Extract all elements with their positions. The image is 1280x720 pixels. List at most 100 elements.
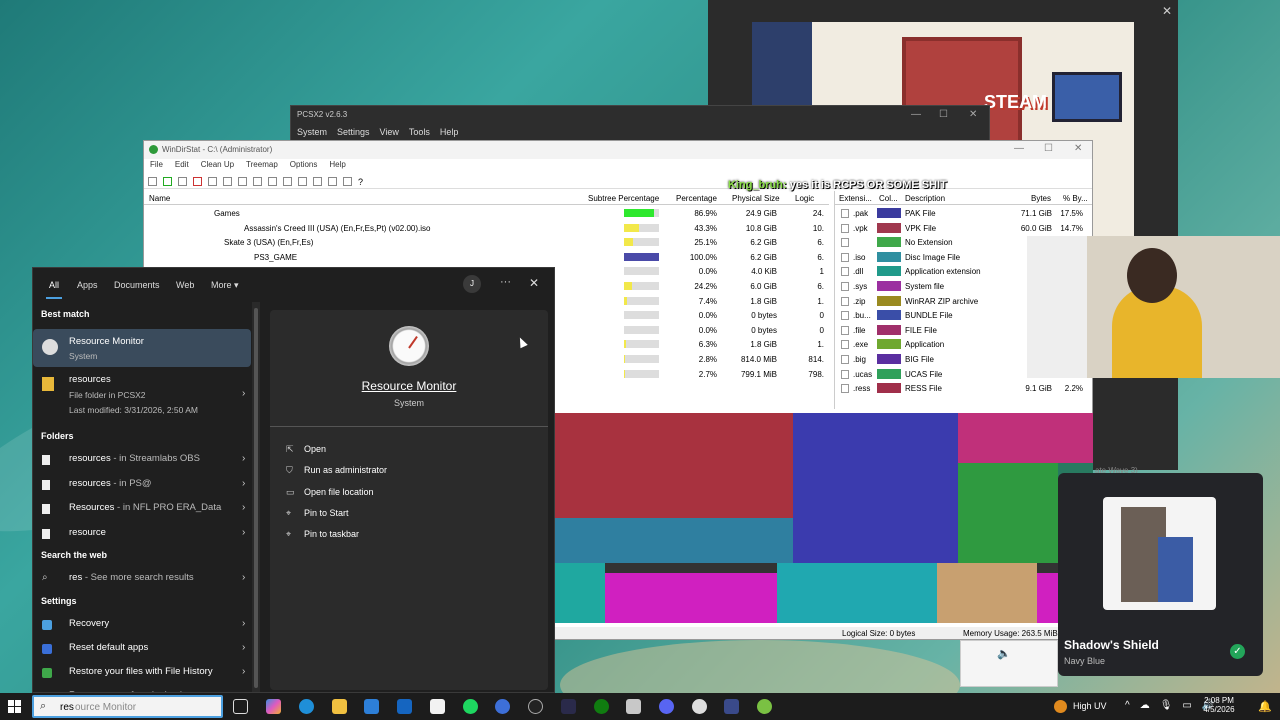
outlook-icon[interactable] <box>397 699 412 714</box>
refresh-all-icon[interactable] <box>223 176 232 186</box>
delete-icon[interactable] <box>313 176 322 186</box>
col-extension[interactable]: Extensi... <box>839 194 872 203</box>
tab-apps[interactable]: Apps <box>77 280 98 290</box>
explorer-icon[interactable] <box>283 176 292 186</box>
settings-result[interactable]: Restart apps after signing in › <box>33 690 253 692</box>
close-icon[interactable]: ✕ <box>969 109 977 120</box>
zoom-in-icon[interactable] <box>328 176 337 186</box>
cloud-icon[interactable]: ☁ <box>1140 700 1150 711</box>
scrollbar[interactable] <box>252 302 260 692</box>
tab-web[interactable]: Web <box>176 280 194 290</box>
col-description[interactable]: Description <box>905 194 945 203</box>
tab-documents[interactable]: Documents <box>114 280 160 290</box>
col-logical[interactable]: Logic <box>795 194 814 203</box>
menu-settings[interactable]: Settings <box>337 127 370 137</box>
notepad-icon[interactable] <box>430 699 445 714</box>
pause-icon[interactable] <box>178 176 187 186</box>
chevron-right-icon[interactable]: › <box>242 478 245 489</box>
extension-row[interactable]: .ress RESS File 9.1 GiB 2.2% <box>835 381 1092 396</box>
chevron-right-icon[interactable]: › <box>242 618 245 629</box>
obs-icon[interactable] <box>528 699 543 714</box>
avatar[interactable]: J <box>463 275 481 293</box>
properties-icon[interactable] <box>298 176 307 186</box>
menu-tools[interactable]: Tools <box>409 127 430 137</box>
col-bytes[interactable]: Bytes <box>1031 194 1051 203</box>
network-icon[interactable]: ▭ <box>1182 700 1191 711</box>
menu-help[interactable]: Help <box>329 160 345 174</box>
app-icon[interactable] <box>626 699 641 714</box>
maximize-icon[interactable]: ☐ <box>939 109 948 120</box>
pcsx2-icon[interactable] <box>724 699 739 714</box>
settings-result[interactable]: Recovery › <box>33 618 253 634</box>
treemap[interactable] <box>555 413 1093 623</box>
folder-result[interactable]: Resources - in NFL PRO ERA_Data › <box>33 502 253 518</box>
menu-file[interactable]: File <box>150 160 163 174</box>
windirstat-icon[interactable] <box>757 699 772 714</box>
app-icon[interactable] <box>495 699 510 714</box>
copilot-icon[interactable] <box>266 699 281 714</box>
windows-start-icon[interactable] <box>8 700 21 713</box>
menu-system[interactable]: System <box>297 127 327 137</box>
menu-help[interactable]: Help <box>440 127 459 137</box>
tree-row[interactable]: Games 86.9% 24.9 GiB 24. <box>144 206 829 221</box>
more-options-icon[interactable]: ··· <box>500 276 511 288</box>
menu-edit[interactable]: Edit <box>175 160 189 174</box>
menu-options[interactable]: Options <box>290 160 318 174</box>
tree-row[interactable]: Skate 3 (USA) (En,Fr,Es) 25.1% 6.2 GiB 6. <box>144 235 829 250</box>
menu-treemap[interactable]: Treemap <box>246 160 278 174</box>
edge-icon[interactable] <box>299 699 314 714</box>
tab-all[interactable]: All <box>49 280 59 290</box>
copy-icon[interactable] <box>268 176 277 186</box>
notification-icon[interactable]: 🔔 <box>1258 700 1272 713</box>
tree-row[interactable]: Assassin's Creed III (USA) (En,Fr,Es,Pt)… <box>144 221 829 236</box>
app-icon[interactable] <box>692 699 707 714</box>
chevron-right-icon[interactable]: › <box>242 642 245 653</box>
discord-card[interactable]: Shadow's Shield Navy Blue ✓ <box>1058 473 1263 676</box>
chevron-right-icon[interactable]: › <box>242 527 245 538</box>
app-icon[interactable] <box>561 699 576 714</box>
filter-icon[interactable] <box>253 176 262 186</box>
chevron-right-icon[interactable]: › <box>242 572 245 583</box>
minimize-icon[interactable]: — <box>1014 143 1024 154</box>
toolbar-button[interactable] <box>148 176 157 186</box>
menu-cleanup[interactable]: Clean Up <box>201 160 234 174</box>
xbox-icon[interactable] <box>594 699 609 714</box>
close-icon[interactable]: ✕ <box>529 276 539 290</box>
settings-result[interactable]: Reset default apps › <box>33 642 253 658</box>
store-icon[interactable] <box>364 699 379 714</box>
settings-result[interactable]: Restore your files with File History › <box>33 666 253 682</box>
tab-more[interactable]: More ▾ <box>211 280 239 291</box>
folder-result[interactable]: resource › <box>33 527 253 543</box>
chevron-up-icon[interactable]: ^ <box>1125 700 1130 711</box>
col-percent-bytes[interactable]: % By... <box>1063 194 1088 203</box>
menu-view[interactable]: View <box>380 127 399 137</box>
refresh-icon[interactable] <box>208 176 217 186</box>
spotify-icon[interactable] <box>463 699 478 714</box>
scan-icon[interactable] <box>238 176 247 186</box>
chevron-right-icon[interactable]: › <box>242 690 245 692</box>
file-explorer-icon[interactable] <box>332 699 347 714</box>
microphone-icon[interactable]: 🎙 <box>1160 700 1173 711</box>
taskbar-search-input[interactable]: ⌕ res ource Monitor <box>32 695 223 718</box>
folder-result[interactable]: resources - in Streamlabs OBS › <box>33 453 253 469</box>
extension-row[interactable]: .vpk VPK File 60.0 GiB 14.7% <box>835 221 1092 236</box>
help-icon[interactable]: ? <box>358 177 367 187</box>
preview-title[interactable]: Resource Monitor <box>270 379 548 393</box>
chevron-right-icon[interactable]: › <box>242 388 245 399</box>
weather-widget[interactable]: High UV <box>1054 700 1107 713</box>
zoom-out-icon[interactable] <box>343 176 352 186</box>
web-search-result[interactable]: ⌕ res - See more search results › <box>33 572 253 588</box>
play-icon[interactable] <box>163 176 172 186</box>
col-color[interactable]: Col... <box>879 194 898 203</box>
chevron-right-icon[interactable]: › <box>242 502 245 513</box>
col-percentage[interactable]: Percentage <box>676 194 717 203</box>
close-icon[interactable]: ✕ <box>1074 143 1082 154</box>
col-subtree[interactable]: Subtree Percentage <box>588 194 659 203</box>
maximize-icon[interactable]: ☐ <box>1044 143 1053 154</box>
chevron-right-icon[interactable]: › <box>242 453 245 464</box>
folder-result[interactable]: resources - in PS@ › <box>33 478 253 494</box>
task-view-icon[interactable] <box>233 699 248 714</box>
stop-icon[interactable] <box>193 176 202 186</box>
tree-row[interactable]: PS3_GAME 100.0% 6.2 GiB 6. <box>144 250 829 265</box>
discord-icon[interactable] <box>659 699 674 714</box>
